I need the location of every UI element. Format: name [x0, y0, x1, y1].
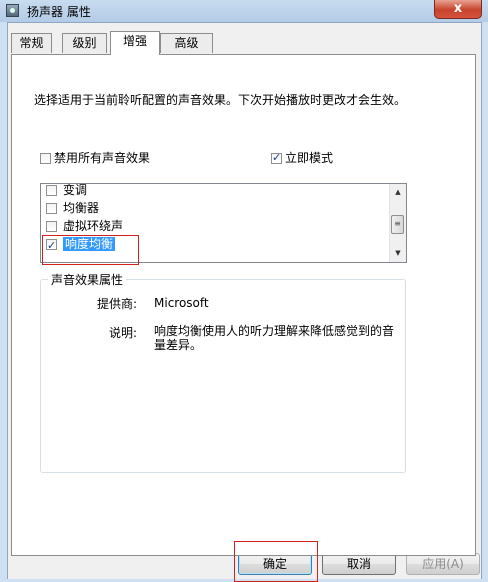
immediate-mode-label: 立即模式 [285, 151, 334, 165]
description-label: 说明: [108, 326, 137, 340]
disable-all-label: 禁用所有声音效果 [54, 151, 151, 165]
list-item[interactable]: 均衡器 [46, 200, 99, 217]
tab-levels[interactable]: 级别 [62, 33, 107, 53]
cancel-button[interactable]: 取消 [322, 553, 396, 575]
checkbox-box[interactable] [40, 153, 51, 164]
window-title: 扬声器 属性 [27, 5, 91, 19]
checkbox-box[interactable] [271, 151, 282, 164]
disable-all-checkbox[interactable]: 禁用所有声音效果 [40, 149, 150, 166]
immediate-mode-checkbox[interactable]: 立即模式 [271, 149, 333, 166]
highlight-box [234, 541, 318, 582]
tab-general[interactable]: 常规 [11, 33, 52, 53]
tab-advanced[interactable]: 高级 [160, 33, 213, 53]
title-bar: 扬声器 属性 x [0, 0, 488, 22]
scroll-up-arrow-icon[interactable]: ▲ [390, 184, 406, 201]
close-button[interactable]: x [434, 0, 482, 19]
description-text: 选择适用于当前聆听配置的声音效果。下次开始播放时更改才会生效。 [34, 93, 407, 107]
scroll-down-arrow-icon[interactable]: ▼ [390, 245, 406, 262]
highlight-box [42, 235, 139, 265]
dialog-client: 常规 级别 增强 高级 选择适用于当前聆听配置的声音效果。下次开始播放时更改才会… [7, 22, 482, 582]
provider-value: Microsoft [154, 296, 209, 310]
apply-button[interactable]: 应用(A) [406, 553, 480, 575]
tab-enhancements[interactable]: 增强 [110, 31, 160, 55]
enhancements-page: 选择适用于当前聆听配置的声音效果。下次开始播放时更改才会生效。 禁用所有声音效果… [11, 54, 476, 556]
scroll-thumb[interactable]: ≡ [391, 215, 404, 234]
group-title: 声音效果属性 [48, 271, 127, 288]
checkbox-box[interactable] [46, 185, 57, 196]
list-scrollbar[interactable]: ▲ ≡ ▼ [389, 184, 406, 262]
checkbox-box[interactable] [46, 221, 57, 232]
provider-label: 提供商: [96, 297, 137, 311]
speaker-app-icon [6, 4, 19, 17]
effect-label: 虚拟环绕声 [63, 219, 124, 233]
effect-properties-group: 声音效果属性 提供商: Microsoft 说明: 响度均衡使用人的听力理解来降… [40, 271, 406, 473]
effect-label: 变调 [63, 183, 88, 197]
checkbox-box[interactable] [46, 203, 57, 214]
description-value: 响度均衡使用人的听力理解来降低感觉到的音量差异。 [154, 324, 395, 352]
list-item[interactable]: 虚拟环绕声 [46, 218, 123, 235]
effect-label: 均衡器 [63, 201, 100, 215]
list-item[interactable]: 变调 [46, 183, 88, 199]
